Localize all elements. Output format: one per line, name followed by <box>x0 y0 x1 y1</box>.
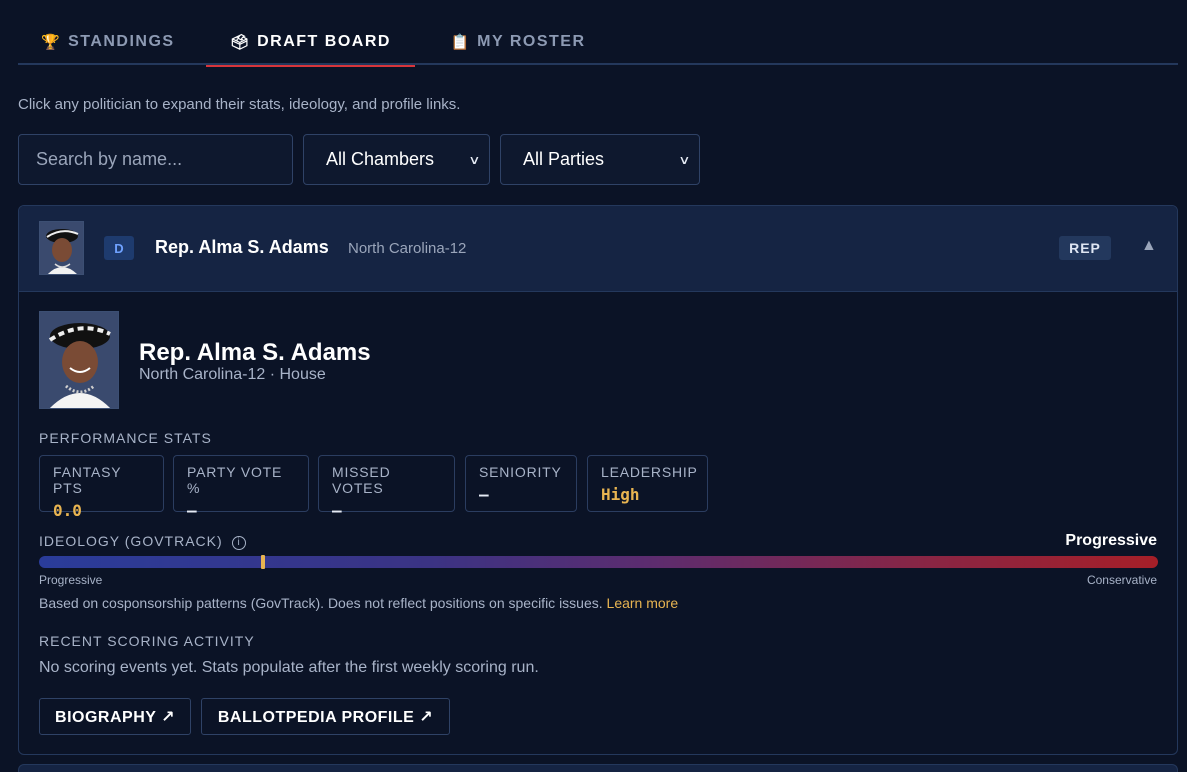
politician-card: D Rep. Alma S. Adams North Carolina-12 R… <box>18 205 1178 755</box>
tab-standings-label: STANDINGS <box>68 32 175 50</box>
tab-standings[interactable]: 🏆 STANDINGS <box>18 18 198 65</box>
tab-bar: 🏆 STANDINGS 🗳 DRAFT BOARD 📋 MY ROSTER <box>18 18 1178 67</box>
recent-activity-empty: No scoring events yet. Stats populate af… <box>39 659 539 676</box>
chamber-select-value: All Chambers <box>326 149 435 169</box>
ideology-scale-left: Progressive <box>39 573 103 587</box>
stat-label: FANTASY PTS <box>53 464 122 496</box>
ideology-bar <box>39 555 1158 569</box>
collapse-icon[interactable]: ▲ <box>1141 237 1157 255</box>
politician-district: North Carolina-12 <box>348 240 467 257</box>
ideology-heading-text: IDEOLOGY (GOVTRACK) <box>39 533 223 549</box>
stat-value: — <box>187 501 197 520</box>
tab-draft-board[interactable]: 🗳 DRAFT BOARD <box>206 18 415 67</box>
stat-label: SENIORITY <box>479 464 562 480</box>
stat-label: MISSED VOTES <box>332 464 391 496</box>
stat-seniority: SENIORITY — <box>465 455 577 512</box>
search-input[interactable]: Search by name... <box>18 134 293 185</box>
instructions-text: Click any politician to expand their sta… <box>18 96 461 113</box>
chamber-badge: REP <box>1059 236 1111 260</box>
stat-party-vote: PARTY VOTE % — <box>173 455 309 520</box>
tab-my-roster-label: MY ROSTER <box>477 32 586 50</box>
chamber-select[interactable]: All Chambers ∨ <box>303 134 490 185</box>
biography-link[interactable]: BIOGRAPHY ↗ <box>39 698 191 735</box>
performance-stats-heading: PERFORMANCE STATS <box>39 430 212 446</box>
party-select[interactable]: All Parties ∨ <box>500 134 700 185</box>
ideology-note-text: Based on cosponsorship patterns (GovTrac… <box>39 595 603 611</box>
chevron-down-icon: ∨ <box>468 152 481 167</box>
stat-value: — <box>479 485 489 504</box>
party-badge: D <box>104 236 134 260</box>
ideology-value: Progressive <box>1065 532 1157 549</box>
stat-fantasy-pts: FANTASY PTS 0.0 <box>39 455 164 520</box>
recent-activity-heading: RECENT SCORING ACTIVITY <box>39 633 255 649</box>
avatar <box>39 221 84 275</box>
stat-value: High <box>601 485 640 504</box>
tab-draft-board-label: DRAFT BOARD <box>257 32 391 50</box>
profile-subtitle: North Carolina-12 · House <box>139 366 326 383</box>
stat-leadership: LEADERSHIP High <box>587 455 708 512</box>
politician-card-header[interactable]: D Rep. Alma S. Adams North Carolina-12 R… <box>19 206 1177 292</box>
ideology-note: Based on cosponsorship patterns (GovTrac… <box>39 595 678 611</box>
party-select-value: All Parties <box>523 149 605 169</box>
stat-missed-votes: MISSED VOTES — <box>318 455 455 520</box>
next-politician-card[interactable] <box>18 764 1178 772</box>
ideology-marker <box>260 555 265 569</box>
learn-more-link[interactable]: Learn more <box>607 595 679 611</box>
stat-value: 0.0 <box>53 501 82 520</box>
stat-value: — <box>332 501 342 520</box>
ideology-scale-right: Conservative <box>1086 573 1157 587</box>
profile-photo <box>39 311 119 409</box>
chevron-down-icon: ∨ <box>678 152 691 167</box>
profile-name: Rep. Alma S. Adams <box>139 339 371 366</box>
clipboard-icon: 📋 <box>450 33 470 51</box>
info-icon[interactable]: i <box>231 535 246 550</box>
trophy-icon: 🏆 <box>41 33 61 51</box>
ballotpedia-link[interactable]: BALLOTPEDIA PROFILE ↗ <box>201 698 450 735</box>
politician-name: Rep. Alma S. Adams <box>155 237 329 257</box>
tab-my-roster[interactable]: 📋 MY ROSTER <box>428 18 608 65</box>
stat-label: PARTY VOTE % <box>187 464 283 496</box>
stat-label: LEADERSHIP <box>601 464 698 480</box>
ballot-box-icon: 🗳 <box>230 33 250 51</box>
ideology-heading: IDEOLOGY (GOVTRACK) i <box>39 533 246 550</box>
